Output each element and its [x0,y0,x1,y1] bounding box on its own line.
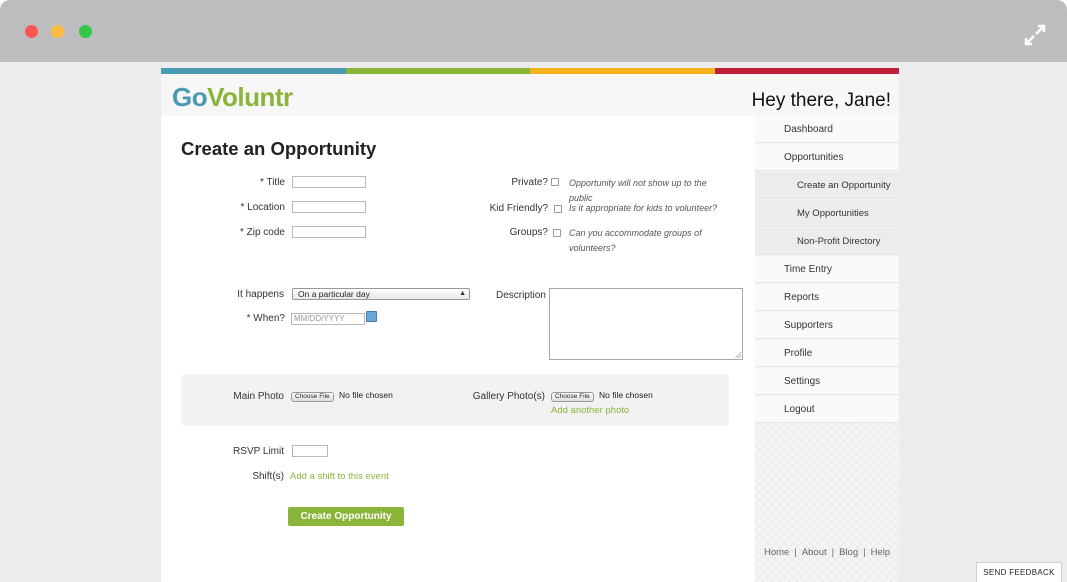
kid-friendly-hint: Is it appropriate for kids to volunteer? [569,203,718,213]
footer-link-help[interactable]: Help [871,547,891,558]
it-happens-select[interactable]: On a particular day ▲ [292,288,470,300]
photo-upload-panel: Main Photo Choose File No file chosen Ga… [181,374,729,426]
sidebar-item-logout[interactable]: Logout [755,396,899,423]
footer-link-blog[interactable]: Blog [839,547,858,558]
footer-separator: | [794,547,797,558]
location-input[interactable] [292,201,366,213]
rsvp-limit-label: RSVP Limit [233,446,284,457]
sidebar-pattern [755,422,899,582]
zip-code-input[interactable] [292,226,366,238]
add-shift-link[interactable]: Add a shift to this event [290,471,389,482]
govoluntr-logo[interactable]: GoVoluntr [172,82,293,113]
zip-label: * Zip code [239,227,285,238]
gallery-photo-status: No file chosen [599,390,653,400]
title-input[interactable] [292,176,366,188]
calendar-icon[interactable] [366,311,377,322]
window-titlebar [0,0,1067,62]
footer-links: Home | About | Blog | Help [764,547,890,558]
groups-hint: Can you accommodate groups of volunteers… [569,228,702,253]
sidebar-item-opportunities[interactable]: Opportunities [755,144,899,171]
gallery-photo-label: Gallery Photo(s) [472,391,545,402]
groups-checkbox[interactable] [553,229,561,237]
gallery-choose-file-button[interactable]: Choose File [551,392,594,402]
app-page: GoVoluntr Hey there, Jane! Create an Opp… [161,68,899,582]
when-label: * When? [246,313,285,324]
footer-link-home[interactable]: Home [764,547,789,558]
private-label: Private? [511,177,548,188]
footer-link-about[interactable]: About [802,547,827,558]
main-photo-choose-file-button[interactable]: Choose File [291,392,334,402]
send-feedback-button[interactable]: SEND FEEDBACK [976,562,1062,582]
browser-window: GoVoluntr Hey there, Jane! Create an Opp… [0,0,1067,582]
groups-label: Groups? [509,227,548,238]
description-label: Description [495,290,546,301]
location-label: * Location [240,202,285,213]
create-opportunity-button[interactable]: Create Opportunity [288,507,404,526]
when-date-input[interactable]: MM/DD/YYYY [291,313,365,325]
it-happens-label: It happens [237,289,284,300]
add-another-photo-link[interactable]: Add another photo [551,405,629,416]
site-header: GoVoluntr Hey there, Jane! [161,74,899,116]
sidebar-item-time-entry[interactable]: Time Entry [755,256,899,283]
title-label: * Title [259,177,285,188]
rsvp-limit-input[interactable] [292,445,328,457]
user-greeting: Hey there, Jane! [751,90,891,111]
footer-separator: | [831,547,835,558]
sidebar-item-create-opportunity[interactable]: Create an Opportunity [755,172,899,199]
close-window-button[interactable] [25,25,38,38]
fullscreen-icon[interactable] [1024,24,1046,46]
resize-grip-icon[interactable] [735,352,741,358]
page-title: Create an Opportunity [181,138,377,159]
kid-friendly-label: Kid Friendly? [489,203,548,214]
main-photo-status: No file chosen [339,390,393,400]
sidebar-item-supporters[interactable]: Supporters [755,312,899,339]
footer-separator: | [863,547,866,558]
zoom-window-button[interactable] [79,25,92,38]
sidebar-item-my-opportunities[interactable]: My Opportunities [755,200,899,227]
main-photo-label: Main Photo [233,391,284,402]
sidebar-nav: Dashboard Opportunities Create an Opport… [755,116,899,582]
description-textarea[interactable] [549,288,743,360]
sidebar-item-reports[interactable]: Reports [755,284,899,311]
kid-friendly-checkbox[interactable] [554,205,562,213]
private-checkbox[interactable] [551,178,559,186]
minimize-window-button[interactable] [51,25,64,38]
sidebar-item-dashboard[interactable]: Dashboard [755,116,899,143]
shifts-label: Shift(s) [252,471,284,482]
select-arrows-icon: ▲ [459,290,466,297]
it-happens-value: On a particular day [298,289,370,299]
sidebar-item-profile[interactable]: Profile [755,340,899,367]
sidebar-item-settings[interactable]: Settings [755,368,899,395]
sidebar-item-non-profit-directory[interactable]: Non-Profit Directory [755,228,899,255]
